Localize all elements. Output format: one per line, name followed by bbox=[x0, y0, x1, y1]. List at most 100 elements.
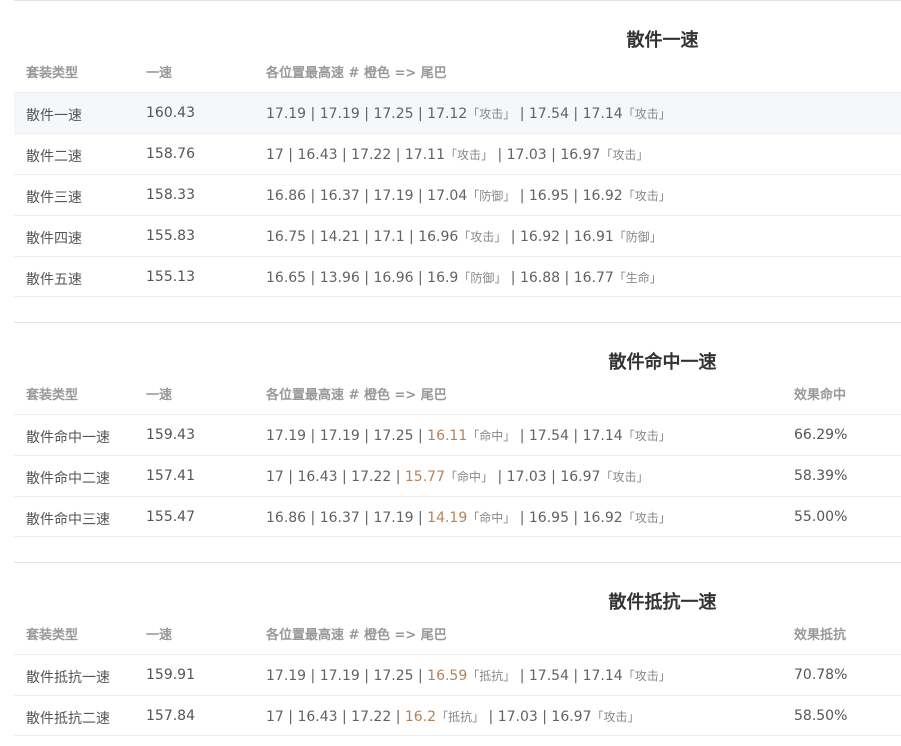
cell-type: 散件抵抗一速 bbox=[26, 670, 110, 686]
cell-speed: 158.76 bbox=[146, 146, 195, 162]
table-row[interactable]: 散件一速 160.43 17.19 | 17.19 | 17.25 | 17.12「… bbox=[14, 92, 901, 133]
position-speed: 17.25 bbox=[373, 106, 414, 122]
position-speed: 17.19 bbox=[319, 106, 360, 122]
position-speed: 16.65 bbox=[266, 270, 307, 286]
position-speed: 16.75 bbox=[266, 229, 307, 245]
table-header: 套装类型 一速 各位置最高速 # 橙色 => 尾巴 效果命中 bbox=[14, 384, 901, 404]
position-speed: 17.19 bbox=[266, 106, 307, 122]
table-row[interactable]: 散件四速 155.83 16.75 | 14.21 | 17.1 | 16.96「攻… bbox=[14, 215, 901, 256]
table-header: 套装类型 一速 各位置最高速 # 橙色 => 尾巴 效果抵抗 bbox=[14, 624, 901, 644]
position-speed: 17.14 bbox=[582, 106, 623, 122]
table-row[interactable]: 散件二速 158.76 17 | 16.43 | 17.22 | 17.11「攻击」… bbox=[14, 133, 901, 174]
slot-tag: 「命中」 bbox=[467, 429, 516, 443]
position-speed: 14.19 bbox=[427, 510, 468, 526]
position-speed: 16.43 bbox=[297, 709, 338, 725]
position-speed: 16.88 bbox=[519, 270, 561, 286]
cell-speed: 157.84 bbox=[146, 708, 195, 724]
table-body: 散件抵抗一速 159.91 17.19 | 17.19 | 17.25 | 16.5… bbox=[14, 654, 901, 736]
header-type: 套装类型 bbox=[26, 388, 79, 403]
header-positions: 各位置最高速 # 橙色 => 尾巴 bbox=[266, 66, 447, 81]
position-speed: 14.21 bbox=[319, 229, 360, 245]
table-section: 散件一速 套装类型 一速 各位置最高速 # 橙色 => 尾巴 散件一速 160.43 17.… bbox=[14, 0, 901, 305]
slot-tag: 「攻击」 bbox=[622, 107, 671, 121]
position-speed: 15.77 bbox=[404, 469, 445, 485]
table-body: 散件一速 160.43 17.19 | 17.19 | 17.25 | 17.12「… bbox=[14, 92, 901, 297]
header-type: 套装类型 bbox=[26, 66, 79, 81]
table-header: 套装类型 一速 各位置最高速 # 橙色 => 尾巴 bbox=[14, 62, 901, 82]
table-row[interactable]: 散件抵抗一速 159.91 17.19 | 17.19 | 17.25 | 16.5… bbox=[14, 654, 901, 695]
position-speed: 17.19 bbox=[266, 668, 307, 684]
cell-speed: 158.33 bbox=[146, 187, 195, 203]
slot-tag: 「防御」 bbox=[458, 271, 507, 285]
cell-extra: 58.39% bbox=[794, 468, 848, 484]
position-speed: 16.97 bbox=[560, 147, 601, 163]
position-speed: 16.77 bbox=[573, 270, 614, 286]
table-row[interactable]: 散件命中二速 157.41 17 | 16.43 | 17.22 | 15.77「命… bbox=[14, 455, 901, 496]
position-speed: 16.59 bbox=[427, 668, 468, 684]
position-speed: 16.86 bbox=[266, 510, 307, 526]
cell-type: 散件一速 bbox=[26, 108, 82, 124]
cell-type: 散件命中一速 bbox=[26, 430, 110, 446]
cell-positions: 17 | 16.43 | 17.22 | 15.77「命中」 | 17.03 |… bbox=[266, 469, 649, 485]
cell-speed: 155.13 bbox=[146, 269, 195, 285]
position-speed: 16.11 bbox=[427, 428, 468, 444]
header-type: 套装类型 bbox=[26, 628, 79, 643]
position-speed: 16.97 bbox=[551, 709, 592, 725]
cell-positions: 16.75 | 14.21 | 17.1 | 16.96「攻击」 | 16.92… bbox=[266, 229, 662, 245]
position-speed: 17.12 bbox=[427, 106, 468, 122]
section-title: 散件命中一速 bbox=[608, 352, 717, 373]
slot-tag: 「攻击」 bbox=[622, 429, 671, 443]
slot-tag: 「命中」 bbox=[467, 511, 516, 525]
position-speed: 17.22 bbox=[351, 469, 392, 485]
section-divider bbox=[14, 562, 901, 563]
position-speed: 16.92 bbox=[582, 510, 623, 526]
cell-type: 散件五速 bbox=[26, 272, 82, 288]
table-row[interactable]: 散件五速 155.13 16.65 | 13.96 | 16.96 | 16.9「防… bbox=[14, 256, 901, 297]
slot-tag: 「攻击」 bbox=[622, 189, 671, 203]
position-speed: 17.1 bbox=[373, 229, 405, 245]
position-speed: 17.22 bbox=[351, 709, 392, 725]
position-speed: 17.11 bbox=[404, 147, 445, 163]
slot-tag: 「攻击」 bbox=[458, 230, 507, 244]
table-row[interactable]: 散件命中三速 155.47 16.86 | 16.37 | 17.19 | 14.1… bbox=[14, 496, 901, 537]
position-speed: 16.37 bbox=[319, 188, 360, 204]
position-speed: 16.37 bbox=[319, 510, 360, 526]
slot-tag: 「攻击」 bbox=[622, 511, 671, 525]
header-positions: 各位置最高速 # 橙色 => 尾巴 bbox=[266, 628, 447, 643]
position-speed: 17.14 bbox=[582, 428, 623, 444]
cell-speed: 160.43 bbox=[146, 105, 195, 121]
cell-type: 散件命中二速 bbox=[26, 471, 110, 487]
cell-speed: 157.41 bbox=[146, 468, 195, 484]
position-speed: 17.25 bbox=[373, 428, 414, 444]
slot-tag: 「命中」 bbox=[444, 470, 493, 484]
table-section: 散件抵抗一速 套装类型 一速 各位置最高速 # 橙色 => 尾巴 效果抵抗 散件抵抗一速 1… bbox=[14, 562, 901, 744]
slot-tag: 「抵抗」 bbox=[436, 710, 485, 724]
position-speed: 16.43 bbox=[297, 147, 338, 163]
cell-extra: 66.29% bbox=[794, 427, 848, 443]
cell-extra: 55.00% bbox=[794, 509, 848, 525]
cell-positions: 17.19 | 17.19 | 17.25 | 17.12「攻击」 | 17.5… bbox=[266, 106, 671, 122]
position-speed: 17.54 bbox=[528, 106, 569, 122]
position-speed: 17 bbox=[266, 147, 284, 163]
header-speed: 一速 bbox=[146, 628, 173, 643]
position-speed: 16.97 bbox=[560, 469, 601, 485]
position-speed: 17.03 bbox=[506, 147, 547, 163]
cell-positions: 16.65 | 13.96 | 16.96 | 16.9「防御」 | 16.88… bbox=[266, 270, 662, 286]
position-speed: 16.92 bbox=[582, 188, 623, 204]
cell-type: 散件四速 bbox=[26, 231, 82, 247]
cell-positions: 17 | 16.43 | 17.22 | 17.11「攻击」 | 17.03 |… bbox=[266, 147, 649, 163]
cell-speed: 155.83 bbox=[146, 228, 195, 244]
slot-tag: 「抵抗」 bbox=[467, 669, 516, 683]
table-row[interactable]: 散件抵抗二速 157.84 17 | 16.43 | 17.22 | 16.2「抵抗… bbox=[14, 695, 901, 736]
slot-tag: 「攻击」 bbox=[600, 148, 649, 162]
cell-type: 散件二速 bbox=[26, 149, 82, 165]
section-title: 散件一速 bbox=[626, 30, 699, 51]
position-speed: 16.86 bbox=[266, 188, 307, 204]
slot-tag: 「攻击」 bbox=[467, 107, 516, 121]
table-row[interactable]: 散件命中一速 159.43 17.19 | 17.19 | 17.25 | 16.1… bbox=[14, 414, 901, 455]
header-speed: 一速 bbox=[146, 66, 173, 81]
position-speed: 17.25 bbox=[373, 668, 414, 684]
table-row[interactable]: 散件三速 158.33 16.86 | 16.37 | 17.19 | 17.04「… bbox=[14, 174, 901, 215]
cell-extra: 70.78% bbox=[794, 667, 848, 683]
position-speed: 16.91 bbox=[573, 229, 614, 245]
